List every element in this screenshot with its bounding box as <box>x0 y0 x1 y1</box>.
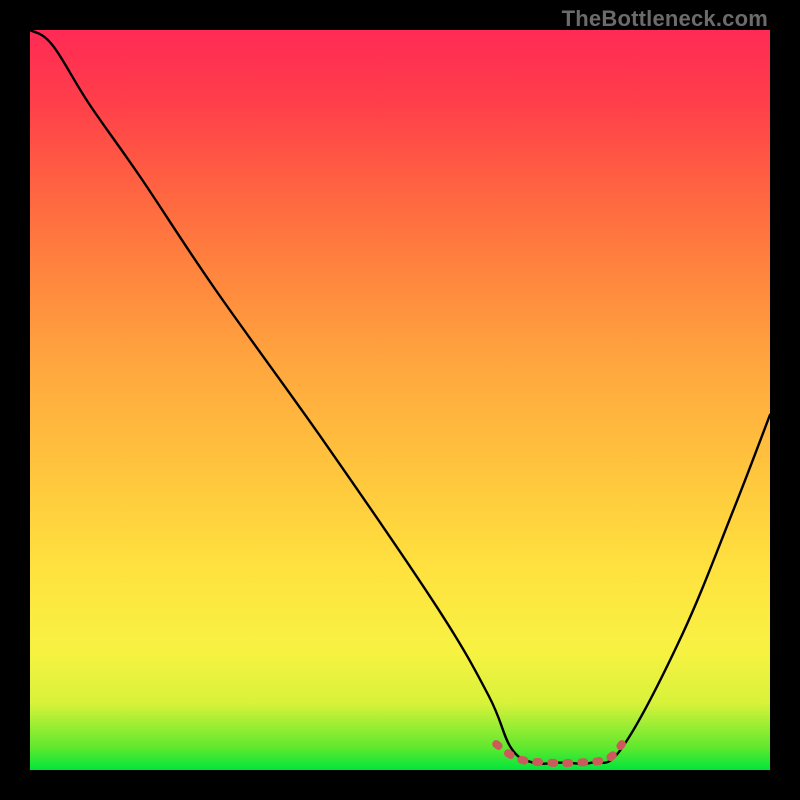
bottleneck-curve-path <box>30 30 770 764</box>
curve-layer <box>30 30 770 770</box>
plot-area <box>30 30 770 770</box>
chart-frame: TheBottleneck.com <box>0 0 800 800</box>
watermark-text: TheBottleneck.com <box>562 6 768 32</box>
